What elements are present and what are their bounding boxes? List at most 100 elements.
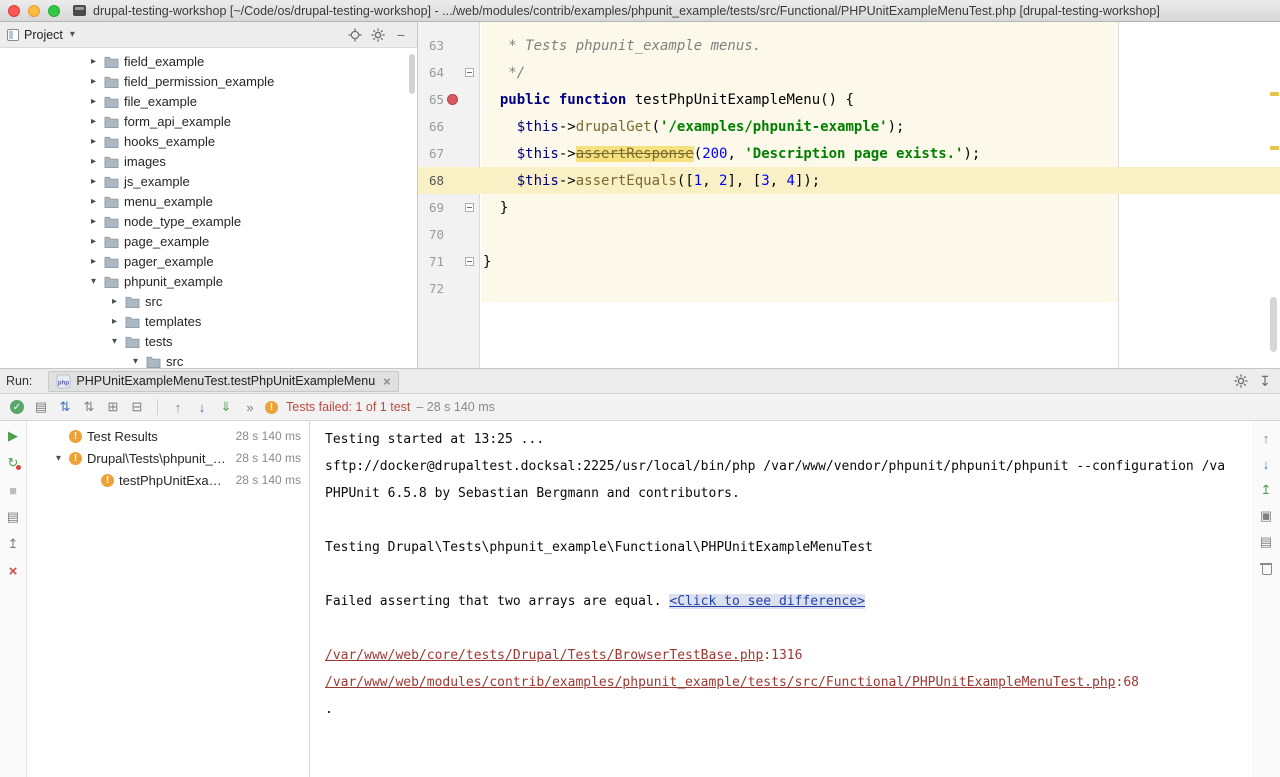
- file-link[interactable]: /var/www/web/modules/contrib/examples/ph…: [325, 675, 1116, 690]
- line-number[interactable]: 65: [418, 92, 444, 107]
- tree-item[interactable]: ▸node_type_example: [0, 211, 417, 231]
- clear-console-icon[interactable]: [1257, 559, 1275, 577]
- code-line[interactable]: 66 $this->drupalGet('/examples/phpunit-e…: [418, 113, 1280, 140]
- tree-item[interactable]: ▸file_example: [0, 91, 417, 111]
- show-ignored-icon[interactable]: ▤: [32, 398, 50, 416]
- chevron-right-icon[interactable]: ▸: [88, 176, 99, 187]
- chevron-down-icon[interactable]: ▾: [109, 336, 120, 347]
- chevron-right-icon[interactable]: ▸: [88, 156, 99, 167]
- chevron-down-icon[interactable]: ▾: [130, 356, 141, 367]
- import-test-results-icon[interactable]: ⇓: [217, 398, 235, 416]
- sort-by-duration-icon[interactable]: ⇅: [56, 398, 74, 416]
- tree-item[interactable]: ▸hooks_example: [0, 131, 417, 151]
- expand-all-icon[interactable]: ⊞: [104, 398, 122, 416]
- stop-icon[interactable]: ■: [4, 481, 22, 499]
- line-number[interactable]: 63: [418, 38, 444, 53]
- hide-panel-icon[interactable]: −: [392, 26, 410, 44]
- code-line[interactable]: 65 public function testPhpUnitExampleMen…: [418, 86, 1280, 113]
- test-tree-row[interactable]: !Test Results28 s 140 ms: [27, 425, 309, 447]
- tree-item[interactable]: ▸pager_example: [0, 251, 417, 271]
- close-icon[interactable]: ×: [4, 562, 22, 580]
- next-failed-test-icon[interactable]: ↓: [193, 398, 211, 416]
- breakpoint-icon[interactable]: [444, 94, 460, 105]
- fold-icon[interactable]: [460, 257, 478, 266]
- warning-stripe-mark[interactable]: [1270, 92, 1279, 96]
- hide-toolwindow-icon[interactable]: ↧: [1256, 372, 1274, 390]
- print-icon[interactable]: ▤: [1257, 533, 1275, 551]
- line-number[interactable]: 69: [418, 200, 444, 215]
- fold-icon[interactable]: [460, 203, 478, 212]
- chevron-right-icon[interactable]: ▸: [88, 216, 99, 227]
- warning-stripe-mark[interactable]: [1270, 146, 1279, 150]
- test-tree-row[interactable]: !testPhpUnitExampleM...28 s 140 ms: [27, 469, 309, 491]
- more-options-icon[interactable]: »: [241, 398, 259, 416]
- previous-occurrence-icon[interactable]: ↑: [1257, 429, 1275, 447]
- tree-item[interactable]: ▸images: [0, 151, 417, 171]
- next-occurrence-icon[interactable]: ↓: [1257, 455, 1275, 473]
- collapse-all-icon[interactable]: ⊟: [128, 398, 146, 416]
- chevron-down-icon[interactable]: ▾: [70, 29, 75, 40]
- line-number[interactable]: 70: [418, 227, 444, 242]
- console-output[interactable]: Testing started at 13:25 ...sftp://docke…: [310, 421, 1252, 777]
- minimize-window-button[interactable]: [28, 5, 40, 17]
- locate-file-icon[interactable]: [346, 26, 364, 44]
- code-line[interactable]: 69 }: [418, 194, 1280, 221]
- line-number[interactable]: 68: [418, 173, 444, 188]
- chevron-right-icon[interactable]: ▸: [88, 236, 99, 247]
- code-editor[interactable]: 63 * Tests phpunit_example menus.64 */65…: [418, 22, 1280, 368]
- close-window-button[interactable]: [8, 5, 20, 17]
- chevron-down-icon[interactable]: ▾: [53, 453, 64, 464]
- line-number[interactable]: 71: [418, 254, 444, 269]
- tree-item[interactable]: ▾phpunit_example: [0, 271, 417, 291]
- test-history-icon[interactable]: ▤: [4, 508, 22, 526]
- tree-item[interactable]: ▸js_example: [0, 171, 417, 191]
- line-number[interactable]: 66: [418, 119, 444, 134]
- code-line[interactable]: 72: [418, 275, 1280, 302]
- chevron-right-icon[interactable]: ▸: [88, 196, 99, 207]
- chevron-right-icon[interactable]: ▸: [88, 256, 99, 267]
- line-number[interactable]: 64: [418, 65, 444, 80]
- chevron-right-icon[interactable]: ▸: [109, 316, 120, 327]
- settings-gear-icon[interactable]: [369, 26, 387, 44]
- tree-item[interactable]: ▸form_api_example: [0, 111, 417, 131]
- tree-item[interactable]: ▾src: [0, 351, 417, 368]
- rerun-failed-tests-icon[interactable]: ↻: [4, 454, 22, 472]
- editor-scrollbar[interactable]: [1270, 297, 1277, 352]
- code-line[interactable]: 70: [418, 221, 1280, 248]
- sort-alphabetically-icon[interactable]: ⇅: [80, 398, 98, 416]
- close-tab-icon[interactable]: ×: [383, 374, 391, 389]
- zoom-window-button[interactable]: [48, 5, 60, 17]
- chevron-down-icon[interactable]: ▾: [88, 276, 99, 287]
- line-number[interactable]: 72: [418, 281, 444, 296]
- tree-item[interactable]: ▸field_example: [0, 51, 417, 71]
- tree-item[interactable]: ▸field_permission_example: [0, 71, 417, 91]
- chevron-right-icon[interactable]: ▸: [88, 76, 99, 87]
- test-tree-row[interactable]: ▾!Drupal\Tests\phpunit_ex...28 s 140 ms: [27, 447, 309, 469]
- open-results-icon[interactable]: ▣: [1257, 507, 1275, 525]
- code-line[interactable]: 68 $this->assertEquals([1, 2], [3, 4]);: [418, 167, 1280, 194]
- file-link[interactable]: /var/www/web/core/tests/Drupal/Tests/Bro…: [325, 648, 763, 663]
- chevron-right-icon[interactable]: ▸: [88, 116, 99, 127]
- chevron-right-icon[interactable]: ▸: [88, 136, 99, 147]
- show-passed-icon[interactable]: ✓: [10, 400, 24, 414]
- code-line[interactable]: 63 * Tests phpunit_example menus.: [418, 32, 1280, 59]
- previous-failed-test-icon[interactable]: ↑: [169, 398, 187, 416]
- code-line[interactable]: 64 */: [418, 59, 1280, 86]
- tree-item[interactable]: ▸menu_example: [0, 191, 417, 211]
- export-test-results-icon[interactable]: ↥: [4, 535, 22, 553]
- tree-item[interactable]: ▸templates: [0, 311, 417, 331]
- line-number[interactable]: 67: [418, 146, 444, 161]
- chevron-right-icon[interactable]: ▸: [88, 96, 99, 107]
- tree-item[interactable]: ▸src: [0, 291, 417, 311]
- chevron-right-icon[interactable]: ▸: [88, 56, 99, 67]
- tree-item[interactable]: ▾tests: [0, 331, 417, 351]
- project-panel-title[interactable]: Project: [24, 28, 63, 42]
- code-line[interactable]: 67 $this->assertResponse(200, 'Descripti…: [418, 140, 1280, 167]
- project-tree-scrollbar[interactable]: [409, 54, 415, 94]
- run-tab[interactable]: php PHPUnitExampleMenuTest.testPhpUnitEx…: [48, 371, 398, 392]
- export-icon[interactable]: ↥: [1257, 481, 1275, 499]
- run-settings-gear-icon[interactable]: [1232, 372, 1250, 390]
- rerun-icon[interactable]: ▶: [4, 427, 22, 445]
- code-line[interactable]: 71}: [418, 248, 1280, 275]
- diff-link[interactable]: <Click to see difference>: [669, 594, 865, 609]
